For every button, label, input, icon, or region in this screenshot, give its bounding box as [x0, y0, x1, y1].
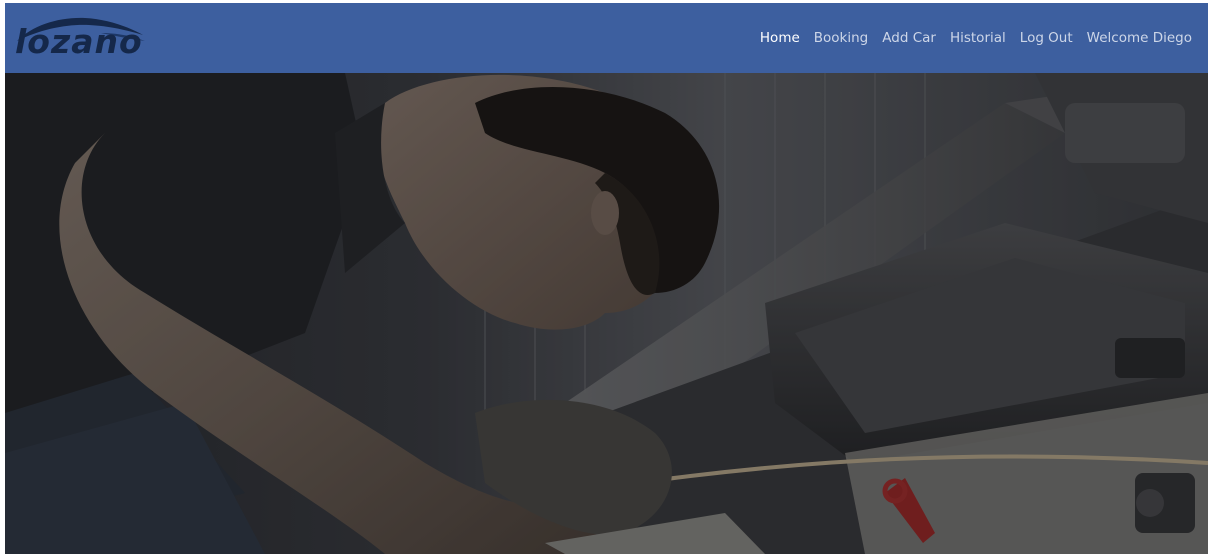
nav-home[interactable]: Home	[760, 29, 800, 47]
hero-banner	[5, 73, 1208, 554]
page-frame: lozano Home Booking Add Car Historial Lo…	[5, 3, 1208, 554]
nav-booking[interactable]: Booking	[814, 29, 868, 47]
nav-log-out[interactable]: Log Out	[1020, 29, 1073, 47]
nav-welcome-user[interactable]: Welcome Diego	[1087, 29, 1192, 47]
nav-add-car[interactable]: Add Car	[882, 29, 936, 47]
nav-historial[interactable]: Historial	[950, 29, 1006, 47]
mechanic-photo-icon	[5, 73, 1208, 554]
brand-name: lozano	[15, 22, 143, 61]
top-navbar: lozano Home Booking Add Car Historial Lo…	[5, 3, 1208, 73]
brand-logo[interactable]: lozano	[11, 11, 147, 67]
main-nav: Home Booking Add Car Historial Log Out W…	[760, 29, 1192, 47]
